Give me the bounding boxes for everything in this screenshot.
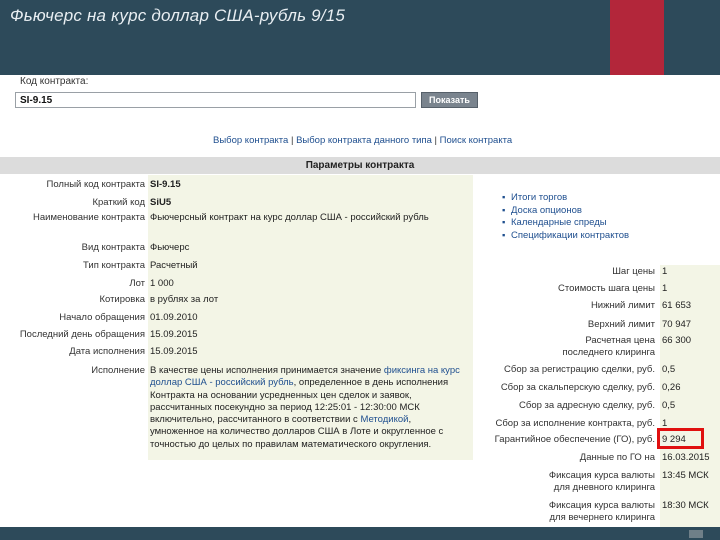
param-value: 15.09.2015 xyxy=(150,329,198,340)
contract-code-input[interactable] xyxy=(15,92,416,108)
choose-contract-type-link[interactable]: Выбор контракта данного типа xyxy=(296,135,432,146)
param-value: 15.09.2015 xyxy=(150,346,198,357)
contract-code-label: Код контракта: xyxy=(20,76,89,87)
param-label: Последний день обращения xyxy=(19,329,145,340)
right-param-value: 70 947 xyxy=(662,319,692,330)
right-param-label: Фиксация курса валюты xyxy=(548,470,655,481)
param-label: Котировка xyxy=(99,294,145,305)
right-param-value: 61 653 xyxy=(662,300,692,311)
nav-separator: | xyxy=(290,135,294,146)
right-param-value: 66 300 xyxy=(662,335,692,346)
param-value: 01.09.2010 xyxy=(150,312,198,323)
right-param-label: Сбор за исполнение контракта, руб. xyxy=(495,418,655,429)
param-label: Краткий код xyxy=(92,197,145,208)
param-label: Тип контракта xyxy=(83,260,145,271)
choose-contract-link[interactable]: Выбор контракта xyxy=(213,135,288,146)
link-contract-specs[interactable]: ▪ Спецификации контрактов xyxy=(502,230,629,243)
nav-separator: | xyxy=(434,135,438,146)
right-param-value: 18:30 МСК xyxy=(662,500,709,511)
param-value: Фьючерсный контракт на курс доллар США -… xyxy=(150,212,429,223)
param-label: Вид контракта xyxy=(81,242,145,253)
execution-label: Исполнение xyxy=(91,365,145,376)
param-label: Полный код контракта xyxy=(46,179,146,190)
param-value: Фьючерс xyxy=(150,242,190,253)
right-param-label: последнего клиринга xyxy=(562,347,655,358)
right-param-label: Фиксация курса валюты xyxy=(548,500,655,511)
right-param-value: 13:45 МСК xyxy=(662,470,709,481)
link-trading-results[interactable]: ▪ Итоги торгов xyxy=(502,192,629,205)
param-label: Лот xyxy=(129,278,145,289)
margin-highlight-box xyxy=(657,428,704,449)
param-value: Расчетный xyxy=(150,260,198,271)
execution-text: В качестве цены исполнения принимается з… xyxy=(150,365,468,451)
slide-nav-marker xyxy=(689,530,703,538)
right-param-label: Стоимость шага цены xyxy=(558,283,655,294)
methodology-link[interactable]: Методикой xyxy=(360,414,408,425)
show-button[interactable]: Показать xyxy=(421,92,478,108)
params-header: Параметры контракта xyxy=(0,157,720,174)
right-param-label: для вечернего клиринга xyxy=(549,512,656,523)
param-value: SI-9.15 xyxy=(150,179,181,190)
param-label: Начало обращения xyxy=(59,312,145,323)
right-param-label: Верхний лимит xyxy=(587,319,655,330)
right-param-label: Сбор за скальперскую сделку, руб. xyxy=(500,382,655,393)
bullet-icon: ▪ xyxy=(502,192,506,203)
param-label: Дата исполнения xyxy=(69,346,145,357)
right-param-value: 1 xyxy=(662,283,668,294)
right-param-value: 0,26 xyxy=(662,382,681,393)
accent-block xyxy=(610,0,664,75)
right-param-label: Шаг цены xyxy=(612,266,655,277)
right-param-label: Нижний лимит xyxy=(590,300,655,311)
bullet-icon: ▪ xyxy=(502,229,506,241)
param-value: SiU5 xyxy=(150,197,172,208)
bottom-strip xyxy=(0,527,720,540)
right-param-label: Сбор за регистрацию сделки, руб. xyxy=(504,364,655,375)
contract-nav: Выбор контракта | Выбор контракта данног… xyxy=(213,135,512,146)
link-options-board[interactable]: ▪ Доска опционов xyxy=(502,205,629,218)
execution-text-part: В качестве цены исполнения принимается з… xyxy=(150,365,384,376)
right-param-value: 1 xyxy=(662,266,668,277)
right-param-label: Гарантийное обеспечение (ГО), руб. xyxy=(494,434,655,445)
right-param-value: 0,5 xyxy=(662,400,676,411)
slide-title: Фьючерс на курс доллар США-рубль 9/15 xyxy=(10,6,346,25)
search-contract-link[interactable]: Поиск контракта xyxy=(440,135,512,146)
param-value: 1 000 xyxy=(150,278,174,289)
right-param-label: Данные по ГО на xyxy=(579,452,655,463)
right-param-label: Сбор за адресную сделку, руб. xyxy=(519,400,655,411)
side-links: ▪ Итоги торгов ▪ Доска опционов ▪ Календарн… xyxy=(502,192,629,242)
bullet-icon: ▪ xyxy=(502,204,506,216)
right-param-value: 16.03.2015 xyxy=(662,452,710,463)
bullet-icon: ▪ xyxy=(502,217,506,228)
link-calendar-spreads[interactable]: ▪ Календарные спреды xyxy=(502,217,629,230)
right-param-value: 0,5 xyxy=(662,364,676,375)
param-value: в рублях за лот xyxy=(150,294,219,305)
param-label: Наименование контракта xyxy=(33,212,145,223)
right-param-label: Расчетная цена xyxy=(585,335,655,346)
right-param-label: для дневного клиринга xyxy=(553,482,655,493)
